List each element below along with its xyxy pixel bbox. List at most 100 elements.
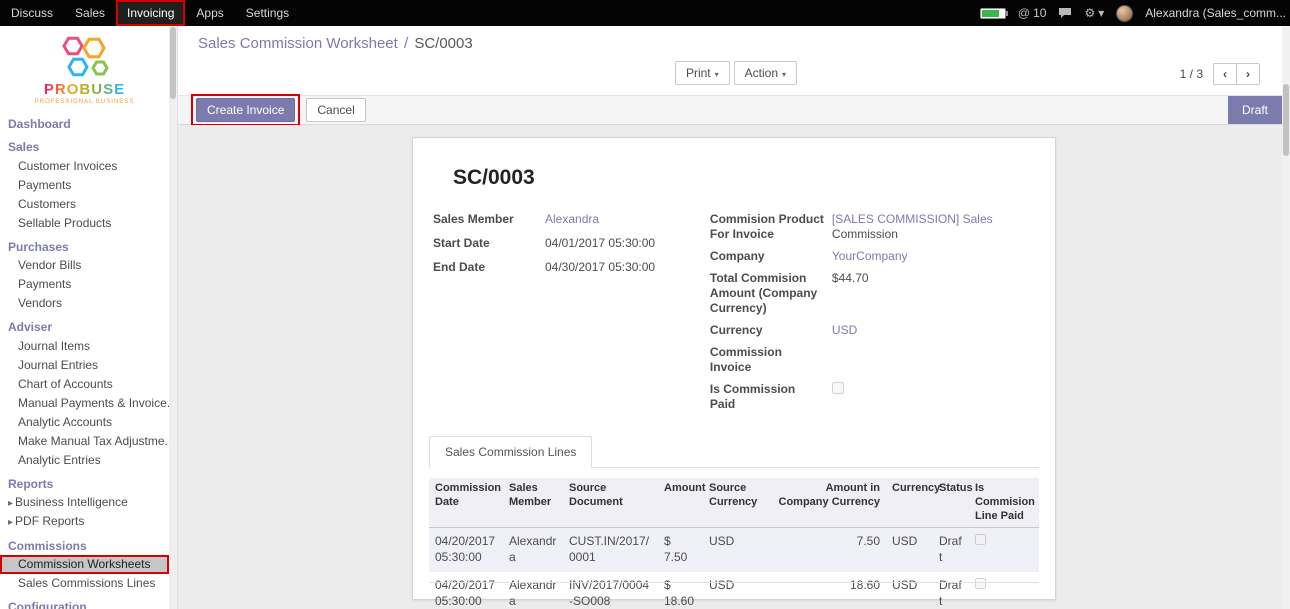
cell-document: INV/2017/0004-SO008 xyxy=(563,572,658,609)
sidebar-item-journal-entries[interactable]: Journal Entries xyxy=(0,356,169,375)
commission-product-link[interactable]: [SALES COMMISSION] Sales xyxy=(832,212,993,226)
column-header-status[interactable]: Status xyxy=(933,478,969,528)
record-title: SC/0003 xyxy=(453,166,1039,190)
sidebar-item-customers[interactable]: Customers xyxy=(0,195,169,214)
commission-invoice-value xyxy=(832,345,1035,375)
create-invoice-button[interactable]: Create Invoice xyxy=(196,98,295,122)
caret-down-icon: ▾ xyxy=(715,70,719,79)
expand-arrow-icon: ▸ xyxy=(8,498,13,509)
cell-status: Draft xyxy=(933,572,969,609)
sales-member-link[interactable]: Alexandra xyxy=(545,212,599,226)
logo-tagline: PROFESSIONAL BUSINESS xyxy=(35,99,134,105)
menu-apps[interactable]: Apps xyxy=(185,0,234,26)
probuse-logo: PROBUSE PROFESSIONAL BUSINESS xyxy=(0,26,169,115)
sidebar-item-payments-sales[interactable]: Payments xyxy=(0,176,169,195)
sidebar-section-sales: Sales xyxy=(0,138,169,156)
sidebar-item-sales-commissions-lines[interactable]: Sales Commissions Lines xyxy=(0,574,169,593)
column-header-source-currency[interactable]: Source Currency xyxy=(703,478,771,528)
menu-sales[interactable]: Sales xyxy=(64,0,116,26)
cell-member: Alexandra xyxy=(503,572,563,609)
sidebar-item-business-intelligence[interactable]: ▸Business Intelligence xyxy=(0,493,169,513)
sidebar-item-analytic-entries[interactable]: Analytic Entries xyxy=(0,451,169,470)
field-label-currency: Currency xyxy=(710,323,832,338)
field-group-left: Sales Member Alexandra Start Date 04/01/… xyxy=(433,212,710,412)
tab-sales-commission-lines[interactable]: Sales Commission Lines xyxy=(429,436,592,468)
debug-menu[interactable]: ⚙ ▾ xyxy=(1084,6,1104,20)
activity-count: 10 xyxy=(1033,6,1046,20)
print-button[interactable]: Print ▾ xyxy=(675,61,730,85)
notebook-tabs: Sales Commission Lines xyxy=(429,436,1039,468)
sheet-divider xyxy=(429,582,1039,583)
main-area: Sales Commission Worksheet / SC/0003 Pri… xyxy=(178,26,1290,609)
line-paid-checkbox xyxy=(975,578,986,589)
sidebar-section-reports: Reports xyxy=(0,475,169,493)
breadcrumb-separator: / xyxy=(404,35,408,52)
commission-lines-table: Commission Date Sales Member Source Docu… xyxy=(429,478,1039,609)
breadcrumb: Sales Commission Worksheet / SC/0003 xyxy=(198,35,1274,52)
page-scrollbar[interactable] xyxy=(1282,26,1290,609)
field-label-start-date: Start Date xyxy=(433,236,545,251)
cell-source-currency: USD xyxy=(703,528,771,572)
cancel-button[interactable]: Cancel xyxy=(306,98,365,122)
sidebar-item-analytic-accounts[interactable]: Analytic Accounts xyxy=(0,413,169,432)
scrollbar-thumb[interactable] xyxy=(1283,84,1289,156)
sidebar-item-sellable-products[interactable]: Sellable Products xyxy=(0,214,169,233)
control-panel: Sales Commission Worksheet / SC/0003 Pri… xyxy=(178,26,1290,95)
column-header-commission-date[interactable]: Commission Date xyxy=(429,478,503,528)
breadcrumb-current: SC/0003 xyxy=(414,35,472,52)
sidebar-item-label: Business Intelligence xyxy=(15,495,128,509)
column-header-source-document[interactable]: Source Document xyxy=(563,478,658,528)
table-row[interactable]: 04/20/2017 05:30:00 Alexandra CUST.IN/20… xyxy=(429,528,1039,572)
annotation-box: Create Invoice xyxy=(191,94,300,126)
table-header-row: Commission Date Sales Member Source Docu… xyxy=(429,478,1039,528)
logo-hexagons-icon xyxy=(57,34,113,80)
sidebar-item-vendors[interactable]: Vendors xyxy=(0,294,169,313)
pager-counter: 1 / 3 xyxy=(1180,67,1203,81)
menu-invoicing[interactable]: Invoicing xyxy=(116,0,185,26)
cell-line-paid xyxy=(969,572,1039,609)
status-badge: Draft xyxy=(1228,96,1282,124)
menu-discuss[interactable]: Discuss xyxy=(0,0,64,26)
activity-indicator[interactable]: @ 10 xyxy=(1018,6,1047,20)
sidebar-scrollbar[interactable] xyxy=(169,26,177,609)
sidebar-item-dashboard[interactable]: Dashboard xyxy=(0,115,169,133)
sidebar-item-chart-of-accounts[interactable]: Chart of Accounts xyxy=(0,375,169,394)
breadcrumb-parent[interactable]: Sales Commission Worksheet xyxy=(198,35,398,52)
sidebar-item-journal-items[interactable]: Journal Items xyxy=(0,337,169,356)
field-label-commission-invoice: Commission Invoice xyxy=(710,345,832,375)
menu-settings[interactable]: Settings xyxy=(235,0,300,26)
sidebar-item-commission-worksheets[interactable]: Commission Worksheets xyxy=(0,555,169,574)
currency-link[interactable]: USD xyxy=(832,323,857,337)
caret-down-icon: ▾ xyxy=(782,70,786,79)
sidebar-item-vendor-bills[interactable]: Vendor Bills xyxy=(0,256,169,275)
pager-next-button[interactable]: › xyxy=(1236,63,1260,85)
line-paid-checkbox xyxy=(975,534,986,545)
sidebar-item-manual-payments-invoice[interactable]: Manual Payments & Invoice... xyxy=(0,394,169,413)
column-header-amount[interactable]: Amount xyxy=(658,478,703,528)
field-label-sales-member: Sales Member xyxy=(433,212,545,227)
column-header-line-paid[interactable]: Is Commision Line Paid xyxy=(969,478,1039,528)
messages-icon[interactable] xyxy=(1058,7,1072,19)
pager-previous-button[interactable]: ‹ xyxy=(1213,63,1236,85)
company-link[interactable]: YourCompany xyxy=(832,249,908,263)
cell-currency: USD xyxy=(886,528,933,572)
sidebar-section-commissions: Commissions xyxy=(0,537,169,555)
table-row[interactable]: 04/20/2017 05:30:00 Alexandra INV/2017/0… xyxy=(429,572,1039,609)
sidebar-item-customer-invoices[interactable]: Customer Invoices xyxy=(0,157,169,176)
scrollbar-thumb[interactable] xyxy=(170,27,176,99)
column-header-amount-company[interactable]: Amount in Company Currency xyxy=(771,478,886,528)
action-button[interactable]: Action▾ xyxy=(734,61,797,85)
avatar[interactable] xyxy=(1116,5,1133,22)
sidebar: PROBUSE PROFESSIONAL BUSINESS Dashboard … xyxy=(0,26,178,609)
field-label-total-commission: Total Commision Amount (Company Currency… xyxy=(710,271,832,316)
sidebar-item-pdf-reports[interactable]: ▸PDF Reports xyxy=(0,512,169,532)
print-label: Print xyxy=(686,66,711,80)
cell-status: Draft xyxy=(933,528,969,572)
form-sheet: SC/0003 Sales Member Alexandra Start Dat… xyxy=(412,137,1056,600)
user-menu[interactable]: Alexandra (Sales_comm... xyxy=(1145,6,1286,20)
cell-amount-company: 18.60 xyxy=(771,572,886,609)
sidebar-item-make-manual-tax-adjustment[interactable]: Make Manual Tax Adjustme... xyxy=(0,432,169,451)
column-header-currency[interactable]: Currency xyxy=(886,478,933,528)
column-header-sales-member[interactable]: Sales Member xyxy=(503,478,563,528)
sidebar-item-payments-purchases[interactable]: Payments xyxy=(0,275,169,294)
